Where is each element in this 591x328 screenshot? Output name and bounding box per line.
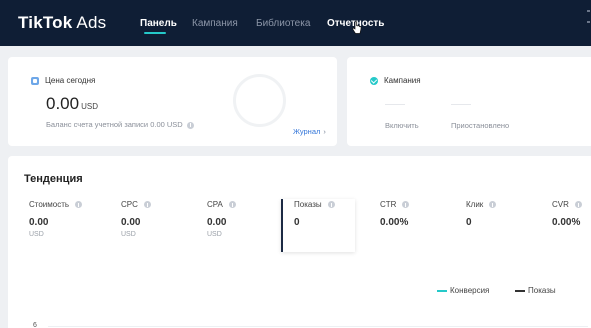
- hand-cursor-icon: [352, 21, 362, 34]
- metric-clicks[interactable]: Клик 0: [466, 200, 536, 252]
- account-balance-text: Баланс счета учетной записи 0.00 USD: [46, 120, 183, 129]
- logo-sub-text: Ads: [76, 13, 107, 32]
- legend-conversion[interactable]: Конверсия: [437, 286, 489, 295]
- metric-value: 0.00: [207, 217, 227, 228]
- nav-tab-dashboard[interactable]: Панель: [140, 18, 177, 29]
- metric-value: 0.00: [29, 217, 49, 228]
- metric-value: 0: [466, 217, 472, 228]
- top-navigation-bar: TikTokAds Панель Кампания Библиотека Отч…: [0, 0, 591, 46]
- metric-unit: USD: [29, 231, 44, 238]
- metric-unit: USD: [207, 231, 222, 238]
- metric-name: Клик: [466, 200, 536, 209]
- info-icon[interactable]: [228, 201, 236, 209]
- campaign-label: Кампания: [384, 76, 421, 85]
- legend-label: Показы: [528, 286, 556, 295]
- metric-cpa[interactable]: CPA 0.00 USD: [207, 200, 277, 252]
- metric-ctr[interactable]: CTR 0.00%: [380, 200, 450, 252]
- legend-swatch-impressions: [515, 289, 525, 292]
- today-cost-amount: 0.00 USD: [46, 94, 98, 114]
- metric-unit: USD: [121, 231, 136, 238]
- today-cost-value: 0.00: [46, 94, 80, 113]
- info-icon[interactable]: [186, 121, 194, 129]
- metric-value: 0: [294, 217, 300, 228]
- metric-impressions[interactable]: Показы 0: [294, 200, 364, 252]
- metric-cost[interactable]: Стоимость 0.00 USD: [29, 200, 99, 252]
- legend-label: Конверсия: [450, 286, 490, 295]
- metric-value: 0.00: [121, 217, 141, 228]
- legend-impressions[interactable]: Показы: [515, 286, 556, 295]
- chart-gridline: [48, 326, 588, 327]
- nav-tab-library[interactable]: Библиотека: [256, 18, 310, 29]
- legend-swatch-conversion: [437, 289, 447, 292]
- campaign-summary-card: Кампания Включить Приостановлено: [347, 57, 591, 146]
- active-tab-underline: [144, 32, 166, 34]
- metric-name: CPC: [121, 200, 191, 209]
- nav-tab-campaign[interactable]: Кампания: [192, 18, 238, 29]
- status-enabled-label[interactable]: Включить: [385, 121, 419, 130]
- trend-title: Тенденция: [24, 173, 83, 185]
- header-overflow-marks: [587, 10, 591, 32]
- journal-link-label: Журнал: [293, 127, 321, 136]
- logo-main-text: TikTok: [18, 13, 73, 32]
- wallet-icon: [31, 77, 39, 85]
- metric-name: Показы: [294, 200, 364, 209]
- tiktok-ads-logo[interactable]: TikTok Ads: [18, 13, 106, 33]
- info-icon[interactable]: [327, 201, 335, 209]
- check-circle-icon: [370, 77, 378, 85]
- paused-count-placeholder: [451, 104, 471, 105]
- trend-card: Тенденция Стоимость 0.00 USD CPC 0.00 US…: [8, 156, 591, 328]
- metric-name: CTR: [380, 200, 450, 209]
- status-paused-label[interactable]: Приостановлено: [451, 121, 509, 130]
- chevron-right-icon: ›: [323, 127, 326, 136]
- info-icon[interactable]: [489, 201, 497, 209]
- metric-cvr[interactable]: CVR 0.00%: [552, 200, 591, 252]
- info-icon[interactable]: [402, 201, 410, 209]
- metric-value: 0.00%: [380, 217, 409, 228]
- enabled-count-placeholder: [385, 104, 405, 105]
- metric-name: CPA: [207, 200, 277, 209]
- budget-ring-chart: [233, 74, 286, 127]
- metric-name: CVR: [552, 200, 591, 209]
- today-cost-currency: USD: [81, 102, 98, 111]
- metric-cpc[interactable]: CPC 0.00 USD: [121, 200, 191, 252]
- metric-value: 0.00%: [552, 217, 581, 228]
- metric-name: Стоимость: [29, 200, 99, 209]
- y-axis-tick: 6: [33, 322, 37, 328]
- info-icon[interactable]: [143, 201, 151, 209]
- today-cost-card: Цена сегодня 0.00 USD Баланс счета учетно…: [8, 57, 337, 146]
- account-balance: Баланс счета учетной записи 0.00 USD: [46, 120, 194, 129]
- info-icon[interactable]: [75, 201, 83, 209]
- journal-link[interactable]: Журнал ›: [293, 127, 326, 136]
- info-icon[interactable]: [574, 201, 582, 209]
- today-cost-label: Цена сегодня: [45, 76, 96, 85]
